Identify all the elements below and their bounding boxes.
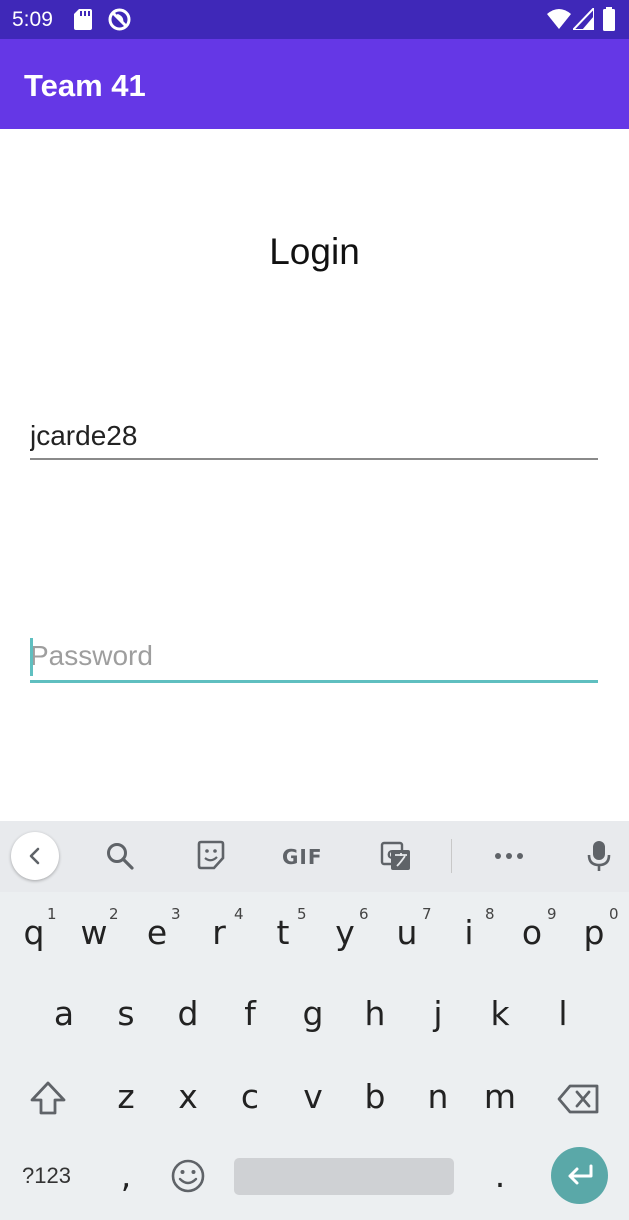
do-not-disturb-icon: [108, 8, 131, 31]
key-hint: 9: [547, 905, 557, 923]
status-bar: 5:09: [0, 0, 629, 39]
soft-keyboard: GIF G q 1 w 2 e 3 r 4 t 5 y 6 u 7 i 8 o …: [0, 821, 629, 1220]
translate-icon[interactable]: G: [379, 838, 413, 874]
key-c[interactable]: c: [230, 1077, 270, 1116]
key-z[interactable]: z: [106, 1077, 146, 1116]
key-hint: 2: [109, 905, 119, 923]
backspace-icon[interactable]: [556, 1079, 602, 1119]
key-i[interactable]: i: [449, 913, 489, 952]
status-time: 5:09: [12, 8, 53, 31]
key-x[interactable]: x: [168, 1077, 208, 1116]
key-hint: 7: [422, 905, 432, 923]
toolbar-divider: [451, 839, 452, 873]
app-title: Team 41: [24, 68, 146, 103]
key-h[interactable]: h: [355, 994, 395, 1033]
key-u[interactable]: u: [387, 913, 427, 952]
key-hint: 0: [609, 905, 619, 923]
enter-icon: [568, 1164, 593, 1185]
key-j[interactable]: j: [418, 994, 458, 1033]
sd-card-icon: [74, 9, 92, 30]
key-r[interactable]: r: [199, 913, 239, 952]
sticker-icon[interactable]: [194, 838, 228, 874]
key-hint: 8: [485, 905, 495, 923]
enter-button[interactable]: [551, 1147, 608, 1204]
key-period[interactable]: .: [480, 1156, 520, 1195]
key-hint: 5: [297, 905, 307, 923]
key-f[interactable]: f: [230, 994, 270, 1033]
password-field[interactable]: [30, 638, 598, 683]
key-d[interactable]: d: [168, 994, 208, 1033]
keyboard-toolbar: GIF G: [0, 821, 629, 892]
key-o[interactable]: o: [512, 913, 552, 952]
key-g[interactable]: g: [293, 994, 333, 1033]
space-bar[interactable]: [234, 1158, 454, 1195]
key-hint: 1: [47, 905, 57, 923]
search-icon[interactable]: [103, 838, 137, 874]
key-b[interactable]: b: [355, 1077, 395, 1116]
text-cursor: [30, 638, 33, 676]
login-heading: Login: [269, 231, 360, 272]
key-w[interactable]: w: [74, 913, 114, 952]
key-n[interactable]: n: [418, 1077, 458, 1116]
gif-icon[interactable]: GIF: [282, 845, 323, 869]
key-hint: 6: [359, 905, 369, 923]
key-m[interactable]: m: [480, 1077, 520, 1116]
shift-icon[interactable]: [27, 1079, 69, 1119]
more-icon[interactable]: [492, 838, 526, 874]
app-bar: Team 41: [0, 39, 629, 129]
key-v[interactable]: v: [293, 1077, 333, 1116]
emoji-icon[interactable]: [170, 1158, 206, 1194]
username-field[interactable]: [30, 419, 598, 460]
wifi-icon: [547, 9, 571, 29]
key-hint: 4: [234, 905, 244, 923]
key-a[interactable]: a: [44, 994, 84, 1033]
key-s[interactable]: s: [106, 994, 146, 1033]
key-comma[interactable]: ,: [106, 1156, 146, 1195]
key-l[interactable]: l: [543, 994, 583, 1033]
key-p[interactable]: p: [574, 913, 614, 952]
signal-icon: [573, 8, 594, 30]
keyboard-back-button[interactable]: [11, 832, 59, 880]
battery-icon: [603, 7, 615, 31]
key-hint: 3: [171, 905, 181, 923]
back-icon: [29, 847, 40, 865]
key-k[interactable]: k: [480, 994, 520, 1033]
symbols-key[interactable]: ?123: [22, 1163, 71, 1189]
mic-icon[interactable]: [582, 838, 616, 874]
